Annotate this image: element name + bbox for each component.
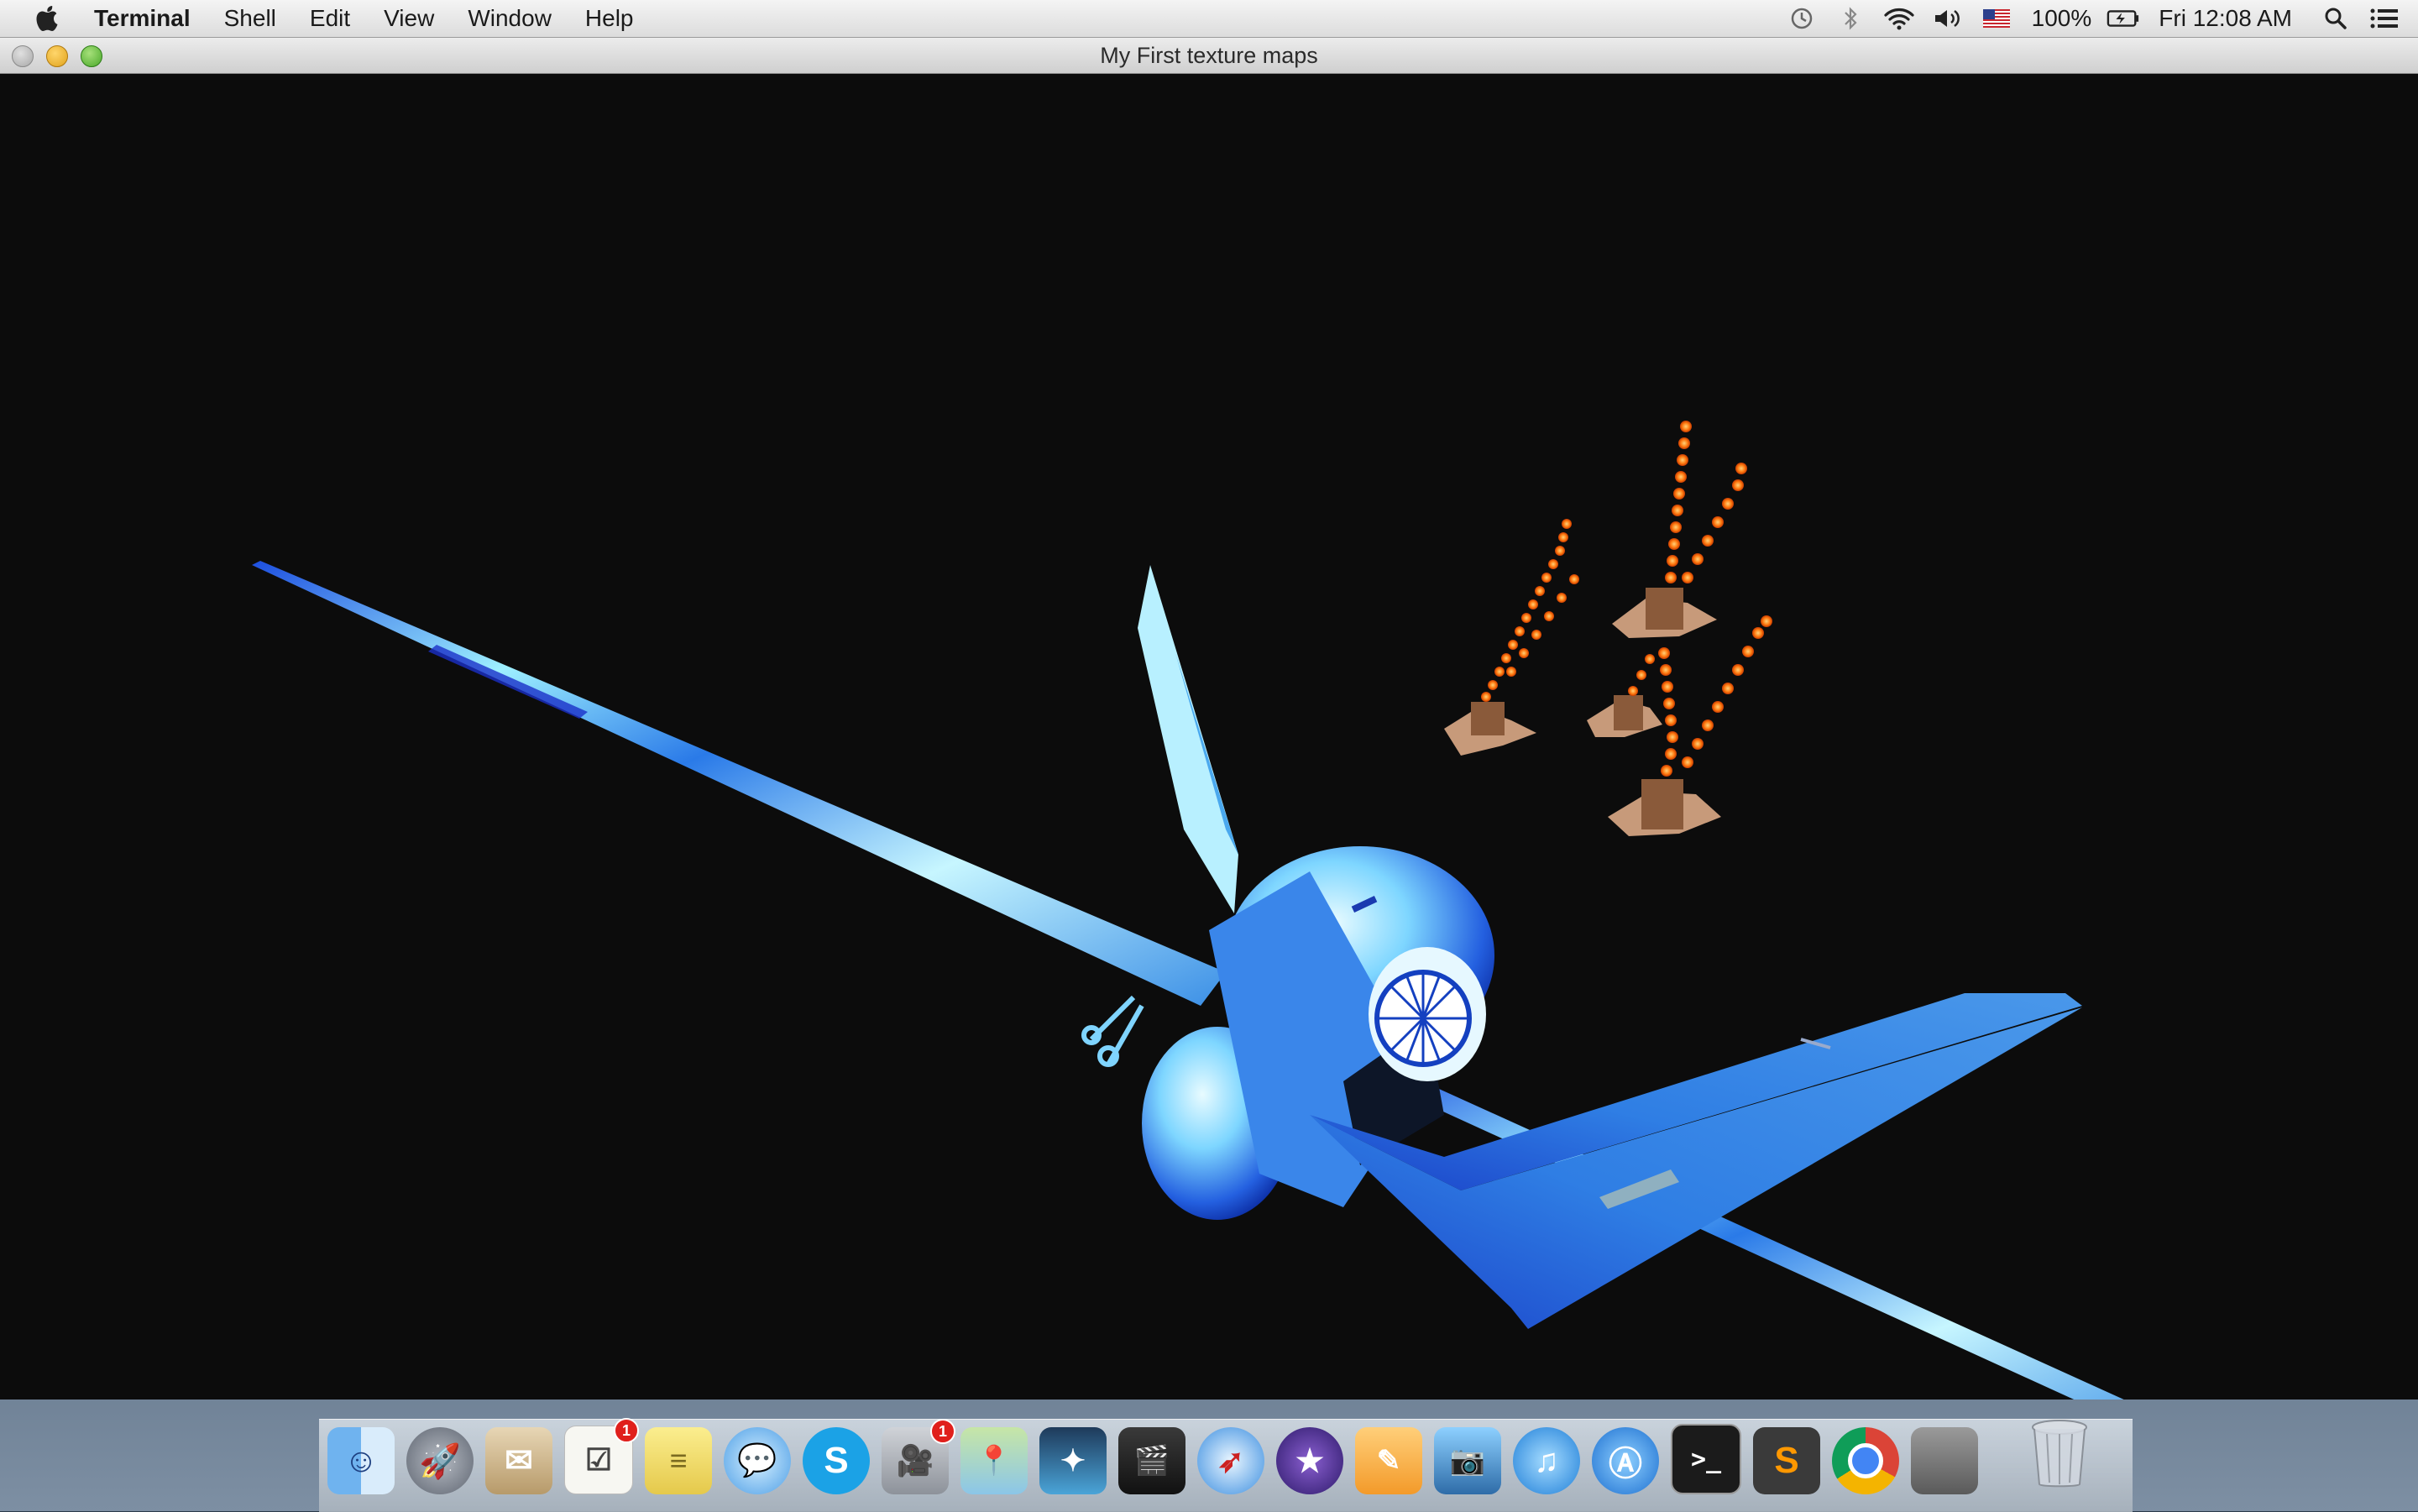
input-flag-icon[interactable] <box>1980 0 2013 37</box>
dock: ☺ 🚀 ✉ ☑ 1 ≡ 💬 S 🎥 1 📍 ✦ 🎬 ➶ ★ ✎ 📷 ♫ Ⓐ >_ S <box>327 1410 1990 1494</box>
notification-center-icon[interactable] <box>2368 0 2401 37</box>
burning-stump-3 <box>1587 654 1662 737</box>
plane-tail-fin <box>1138 565 1238 913</box>
window-title: My First texture maps <box>1100 43 1318 68</box>
menu-view[interactable]: View <box>384 5 434 32</box>
opengl-viewport[interactable] <box>0 74 2418 1400</box>
itunes-icon[interactable]: ♫ <box>1513 1427 1580 1494</box>
app-store-icon[interactable]: Ⓐ <box>1592 1427 1659 1494</box>
facetime-icon[interactable]: 🎥 1 <box>882 1419 955 1494</box>
maps-icon[interactable]: 📍 <box>960 1427 1028 1494</box>
wifi-icon[interactable] <box>1882 0 1916 37</box>
menu-window[interactable]: Window <box>468 5 552 32</box>
chrome-icon[interactable] <box>1832 1427 1899 1494</box>
window-icon[interactable] <box>1911 1427 1978 1494</box>
menu-app-name[interactable]: Terminal <box>94 5 191 32</box>
menu-bar: Terminal Shell Edit View Window Help 100… <box>0 0 2418 38</box>
status-area: 100% Fri 12:08 AM <box>1770 0 2418 37</box>
plane-left-wing <box>252 561 1226 1006</box>
battery-icon[interactable] <box>2107 0 2140 37</box>
pages-icon[interactable]: ✎ <box>1355 1427 1422 1494</box>
app-window: My First texture maps <box>0 38 2418 1400</box>
spotlight-icon[interactable] <box>2319 0 2353 37</box>
burning-stump-2 <box>1612 421 1747 638</box>
time-machine-icon[interactable] <box>1785 0 1819 37</box>
messages-icon[interactable]: 💬 <box>724 1427 791 1494</box>
mail-icon[interactable]: ✉ <box>485 1427 552 1494</box>
bluetooth-icon[interactable] <box>1834 0 1867 37</box>
menu-help[interactable]: Help <box>585 5 634 32</box>
image-capture-icon[interactable]: 📷 <box>1434 1427 1501 1494</box>
volume-icon[interactable] <box>1931 0 1965 37</box>
notes-icon[interactable]: ≡ <box>645 1427 712 1494</box>
burning-stump-1 <box>1444 519 1579 756</box>
launchpad-icon[interactable]: 🚀 <box>406 1427 474 1494</box>
battery-percent[interactable]: 100% <box>2032 5 2092 32</box>
reminders-badge: 1 <box>614 1418 639 1443</box>
3d-scene <box>252 421 2124 1400</box>
menu-edit[interactable]: Edit <box>310 5 350 32</box>
imovie-icon[interactable]: ★ <box>1276 1427 1343 1494</box>
facetime-badge: 1 <box>930 1419 955 1444</box>
terminal-icon[interactable]: >_ <box>1671 1424 1741 1494</box>
reminders-icon[interactable]: ☑ 1 <box>564 1418 639 1494</box>
clock[interactable]: Fri 12:08 AM <box>2159 5 2292 32</box>
trash-icon[interactable] <box>2030 1417 2089 1489</box>
apple-menu-icon[interactable] <box>34 0 62 37</box>
finder-icon[interactable]: ☺ <box>327 1427 395 1494</box>
menu-shell[interactable]: Shell <box>224 5 276 32</box>
starcraft-icon[interactable]: ✦ <box>1039 1427 1107 1494</box>
skype-icon[interactable]: S <box>803 1427 870 1494</box>
finalcut-icon[interactable]: 🎬 <box>1118 1427 1185 1494</box>
window-titlebar[interactable]: My First texture maps <box>0 38 2418 74</box>
plane-landing-gear <box>1081 995 1144 1067</box>
sublime-icon[interactable]: S <box>1753 1427 1820 1494</box>
safari-icon[interactable]: ➶ <box>1197 1427 1264 1494</box>
